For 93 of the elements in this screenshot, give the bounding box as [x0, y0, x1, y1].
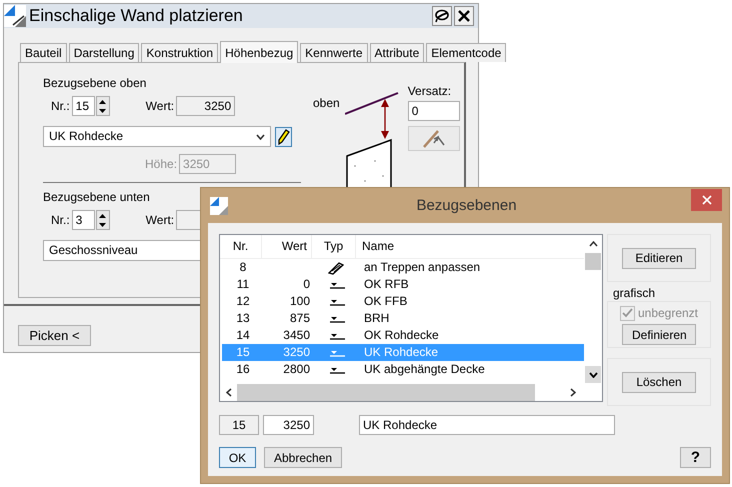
column-header[interactable]: Wert	[262, 235, 312, 258]
pin-button[interactable]	[432, 6, 452, 26]
value-cell: 2800	[283, 362, 310, 376]
column-header[interactable]: Name	[356, 235, 584, 258]
stair-icon	[328, 260, 344, 274]
hoehe-field: 3250	[179, 154, 236, 174]
section-heading: Bezugsebene oben	[43, 76, 146, 90]
level-marker-icon	[327, 314, 345, 322]
name-cell-text: OK RFB	[363, 276, 410, 293]
name-cell-text: UK Rohdecke	[363, 344, 440, 361]
value-cell: 0	[303, 277, 310, 291]
nr-field[interactable]: 15	[72, 96, 95, 116]
group-label: grafisch	[613, 286, 656, 301]
wert-field: 3250	[176, 96, 236, 116]
pick-button[interactable]: Picken <	[18, 325, 91, 346]
name-cell-text: BRH	[363, 310, 390, 327]
column-header[interactable]: Typ	[312, 235, 356, 258]
list-row[interactable]: 12 100 OK FFB	[222, 293, 584, 310]
close-icon	[458, 10, 470, 22]
app-icon	[4, 5, 26, 27]
nr-label: Nr.:	[51, 213, 70, 227]
value-field[interactable]: 3250	[263, 415, 314, 435]
window-title: Einschalige Wand platzieren	[29, 6, 244, 26]
nr-cell-text: 14	[235, 327, 251, 344]
diagram-label: oben	[313, 96, 340, 110]
name-cell-text: an Treppen anpassen	[363, 259, 482, 276]
chevron-icon	[256, 134, 265, 140]
level-marker-icon	[327, 332, 345, 340]
tab[interactable]: Kennwerte	[300, 43, 368, 62]
offset-label: Versatz:	[408, 84, 452, 98]
edit-button[interactable]	[275, 126, 292, 146]
close-icon	[702, 195, 712, 205]
up-arrow-icon	[99, 214, 106, 218]
up-arrow-icon	[99, 100, 106, 104]
list-row[interactable]: 14 3450 OK Rohdecke	[222, 327, 584, 344]
level-marker-icon	[327, 348, 345, 356]
section-heading: Bezugsebene unten	[43, 190, 150, 204]
wert-label: Wert:	[146, 99, 174, 113]
line-arrow-icon	[422, 128, 446, 148]
nr-cell-text: 16	[235, 361, 251, 378]
nr-field[interactable]: 3	[72, 210, 95, 230]
pencil-icon	[278, 128, 290, 144]
pick-button[interactable]	[408, 126, 460, 151]
spin-buttons[interactable]	[96, 96, 110, 116]
value-cell: 3450	[283, 328, 310, 342]
list-row[interactable]: 13 875 BRH	[222, 310, 584, 327]
checkmark-icon	[622, 308, 633, 318]
scrollbar-thumb[interactable]	[237, 384, 535, 400]
name-cell-text: OK FFB	[363, 293, 408, 310]
down-arrow-icon	[99, 108, 106, 112]
value-cell: 875	[290, 311, 310, 325]
list-row[interactable]: 8 an Treppen anpassen	[222, 259, 584, 276]
column-header[interactable]: Nr.	[220, 235, 262, 258]
app-icon	[210, 196, 228, 214]
dialog-title: Bezugsebenen	[415, 197, 518, 214]
tab[interactable]: Attribute	[370, 43, 424, 62]
define-button[interactable]: Definieren	[622, 324, 696, 345]
tab[interactable]: Konstruktion	[141, 43, 218, 62]
nr-cell-text: 12	[235, 293, 251, 310]
offset-field[interactable]: 0	[408, 101, 460, 121]
nr-cell-text: 15	[235, 344, 251, 361]
level-marker-icon	[327, 280, 345, 288]
tab[interactable]: Höhenbezug	[220, 41, 298, 63]
tab[interactable]: Elementcode	[426, 43, 506, 62]
delete-button[interactable]: Löschen	[622, 372, 696, 392]
nr-cell-text: 13	[235, 310, 251, 327]
help-button[interactable]: ?	[680, 447, 711, 468]
scrollbar-thumb[interactable]	[585, 253, 601, 270]
down-arrow-icon	[99, 222, 106, 226]
name-cell-text: OK Rohdecke	[363, 327, 440, 344]
level-marker-icon	[327, 298, 345, 306]
edit-button[interactable]: Editieren	[622, 248, 696, 268]
list-row[interactable]: 11 0 OK RFB	[222, 276, 584, 293]
nr-field: 15	[219, 415, 259, 435]
level-dropdown[interactable]: UK Rohdecke	[43, 126, 271, 147]
level-marker-icon	[327, 366, 345, 374]
cancel-button[interactable]: Abbrechen	[264, 447, 342, 468]
value-cell: 100	[290, 294, 310, 308]
nr-label: Nr.:	[51, 99, 70, 113]
value-cell: 3250	[283, 345, 310, 359]
tab[interactable]: Bauteil	[20, 43, 67, 62]
hoehe-label: Höhe:	[145, 157, 178, 171]
name-cell-text: UK abgehängte Decke	[363, 361, 486, 378]
nr-cell-text: 11	[236, 276, 250, 293]
name-field[interactable]: UK Rohdecke	[359, 415, 615, 435]
ok-button[interactable]: OK	[219, 447, 256, 468]
tab[interactable]: Darstellung	[68, 43, 140, 62]
pin-icon	[434, 9, 450, 23]
list-row[interactable]: 16 2800 UK abgehängte Decke	[222, 361, 584, 378]
close-button[interactable]	[454, 6, 474, 26]
spin-buttons[interactable]	[96, 210, 110, 230]
wert-label: Wert:	[146, 213, 174, 227]
nr-cell-text: 8	[238, 259, 248, 276]
